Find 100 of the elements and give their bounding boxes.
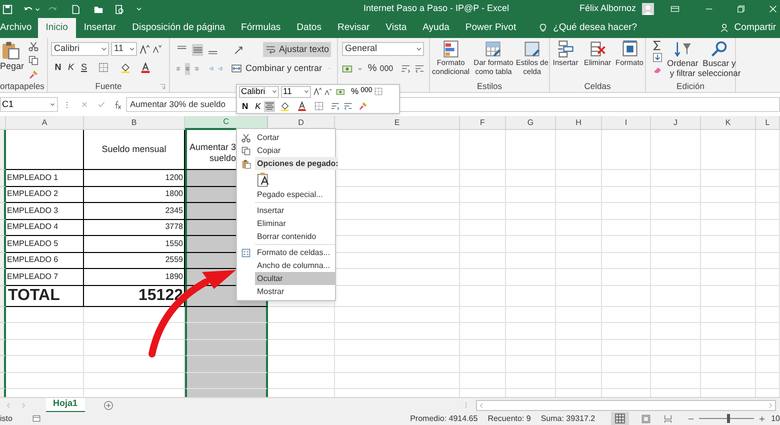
- page-layout-icon[interactable]: [641, 414, 652, 424]
- font-color-icon[interactable]: [140, 62, 151, 74]
- table-format-icon[interactable]: [484, 40, 502, 58]
- bold-button[interactable]: N: [53, 61, 63, 74]
- align-center-icon[interactable]: [264, 100, 275, 112]
- orientation-icon[interactable]: [233, 44, 245, 56]
- column-header[interactable]: I: [602, 116, 651, 130]
- grow-font-icon[interactable]: [139, 44, 150, 54]
- sheet-tab[interactable]: Hoja1: [46, 398, 85, 412]
- menu-item[interactable]: Formato de celdas...: [255, 246, 335, 259]
- row-header[interactable]: [0, 323, 6, 340]
- column-header[interactable]: J: [651, 116, 701, 130]
- italic-button[interactable]: K: [66, 61, 76, 74]
- format-cells-icon[interactable]: [620, 40, 638, 58]
- zoom-level[interactable]: 10: [771, 412, 780, 424]
- row-header[interactable]: [0, 220, 6, 236]
- column-header[interactable]: C: [185, 116, 268, 130]
- copy-icon[interactable]: [28, 55, 39, 66]
- wrap-text-button[interactable]: Ajustar texto: [262, 42, 331, 57]
- middle-align-icon[interactable]: [192, 44, 204, 56]
- column-header[interactable]: F: [460, 116, 506, 130]
- shrink-font-icon[interactable]: [324, 88, 332, 96]
- save-icon[interactable]: [2, 4, 13, 14]
- format-painter-icon[interactable]: [358, 101, 368, 112]
- ribbon-tab[interactable]: Vista: [378, 18, 415, 38]
- add-sheet-icon[interactable]: [102, 400, 114, 410]
- menu-item[interactable]: Pegado especial...: [255, 188, 335, 201]
- ribbon-display-icon[interactable]: [670, 4, 680, 14]
- column-header[interactable]: L: [756, 116, 780, 130]
- font-size-dropdown[interactable]: 11: [281, 86, 311, 98]
- zoom-slider-thumb[interactable]: [726, 414, 730, 423]
- increase-decimal-icon[interactable]: [330, 101, 340, 112]
- currency-icon[interactable]: [342, 62, 354, 74]
- grow-font-icon[interactable]: [313, 87, 322, 96]
- caret-icon[interactable]: [34, 6, 41, 12]
- row-header[interactable]: [0, 130, 6, 170]
- ribbon-button[interactable]: Buscar y seleccionar: [698, 58, 741, 78]
- row-header[interactable]: [0, 306, 6, 323]
- page-break-icon[interactable]: [663, 414, 674, 424]
- row-header[interactable]: [0, 269, 6, 286]
- insert-cells-icon[interactable]: [556, 40, 574, 58]
- column-header[interactable]: K: [701, 116, 756, 130]
- fill-icon[interactable]: [652, 52, 663, 63]
- menu-item[interactable]: Cortar: [255, 131, 335, 144]
- zoom-in-icon[interactable]: [758, 414, 766, 422]
- font-size-dropdown[interactable]: 11: [111, 42, 137, 56]
- align-center-icon[interactable]: [185, 62, 190, 74]
- insert-function-icon[interactable]: [112, 100, 122, 110]
- decrease-decimal-icon[interactable]: [342, 101, 353, 112]
- search-icon[interactable]: [710, 40, 728, 58]
- fill-color-icon[interactable]: [120, 62, 131, 74]
- conditional-format-icon[interactable]: [442, 40, 460, 58]
- clipboard-icon[interactable]: [0, 40, 20, 60]
- italic-button[interactable]: K: [255, 100, 261, 113]
- menu-item[interactable]: Copiar: [255, 144, 335, 157]
- scissors-icon[interactable]: [28, 41, 39, 52]
- increase-decimal-icon[interactable]: [400, 63, 412, 74]
- dialog-launcher-icon[interactable]: [159, 82, 166, 90]
- close-icon[interactable]: [768, 4, 778, 14]
- format-painter-icon[interactable]: [28, 69, 39, 80]
- column-header[interactable]: B: [84, 116, 185, 130]
- row-header[interactable]: [0, 356, 6, 372]
- name-box[interactable]: C1: [0, 97, 58, 112]
- cell-styles-icon[interactable]: [523, 40, 542, 58]
- sort-filter-icon[interactable]: [674, 40, 692, 58]
- percent-button[interactable]: %: [368, 61, 377, 76]
- row-header[interactable]: [0, 186, 6, 203]
- row-header[interactable]: [0, 340, 6, 356]
- share-button[interactable]: Compartir: [734, 20, 776, 36]
- menu-item[interactable]: Mostrar: [255, 285, 335, 298]
- ribbon-tab[interactable]: Fórmulas: [233, 18, 289, 38]
- person-icon[interactable]: [720, 23, 730, 33]
- macro-record-icon[interactable]: [32, 414, 42, 423]
- merge-center-button[interactable]: Combinar y centrar: [229, 61, 324, 76]
- normal-view-icon[interactable]: [611, 412, 630, 425]
- row-header[interactable]: [0, 170, 6, 186]
- shrink-font-icon[interactable]: [152, 44, 162, 54]
- column-header[interactable]: G: [506, 116, 556, 130]
- row-header[interactable]: [0, 372, 6, 389]
- ribbon-tab[interactable]: Ayuda: [414, 18, 458, 38]
- ribbon-button[interactable]: Ordenar y filtrar: [667, 58, 698, 78]
- menu-item[interactable]: Eliminar: [255, 217, 335, 230]
- ribbon-tab[interactable]: Insertar: [76, 18, 124, 38]
- underline-button[interactable]: S: [79, 61, 89, 74]
- ribbon-tab[interactable]: Archivo: [0, 18, 38, 38]
- fill-color-icon[interactable]: [280, 101, 290, 112]
- menu-item[interactable]: Borrar contenido: [255, 230, 335, 243]
- customize-caret-icon[interactable]: [135, 5, 143, 13]
- row-header[interactable]: [0, 236, 6, 252]
- column-header[interactable]: H: [556, 116, 602, 130]
- percent-button[interactable]: %: [351, 85, 359, 98]
- font-name-dropdown[interactable]: Calibri: [239, 86, 279, 98]
- row-header[interactable]: [0, 252, 6, 269]
- ribbon-tab[interactable]: Revisar: [329, 18, 378, 38]
- decrease-decimal-icon[interactable]: [414, 63, 425, 74]
- borders-icon[interactable]: [98, 62, 109, 74]
- menu-item[interactable]: Ocultar: [255, 272, 335, 285]
- print-preview-icon[interactable]: [114, 4, 125, 14]
- row-header[interactable]: [0, 203, 6, 220]
- font-color-icon[interactable]: [296, 101, 307, 112]
